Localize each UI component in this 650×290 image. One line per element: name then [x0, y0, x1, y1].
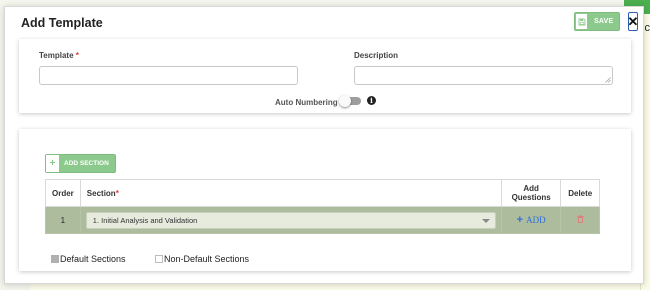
- legend-swatch-default: [51, 255, 59, 263]
- section-select[interactable]: 1. Initial Analysis and Validation: [85, 211, 496, 229]
- column-section-text: Section: [86, 188, 116, 198]
- sections-table: Order Section* Add Questions Delete 1 1.…: [45, 179, 600, 234]
- save-button[interactable]: SAVE: [574, 12, 620, 31]
- description-textarea[interactable]: [354, 66, 613, 85]
- column-section: Section*: [79, 179, 502, 207]
- close-button[interactable]: ✕: [628, 12, 638, 31]
- add-questions-label: ADD: [526, 215, 546, 225]
- plus-icon: +: [516, 214, 524, 226]
- sections-card: + ADD SECTION Order Section* Add Questio…: [19, 129, 631, 271]
- resize-handle-icon[interactable]: [605, 77, 611, 83]
- column-delete: Delete: [560, 179, 600, 207]
- toggle-knob: [339, 95, 351, 107]
- table-row: 1 1. Initial Analysis and Validation + A…: [45, 206, 600, 234]
- template-info-card: Template * Description Auto Numbering : …: [19, 39, 631, 113]
- column-order: Order: [45, 179, 81, 207]
- section-select-value: 1. Initial Analysis and Validation: [92, 215, 198, 225]
- template-label: Template *: [39, 51, 79, 60]
- save-button-label: SAVE: [594, 18, 614, 25]
- row-add-questions-cell: + ADD: [500, 206, 562, 234]
- legend-non-default-label: Non-Default Sections: [164, 254, 250, 264]
- required-mark: *: [115, 188, 119, 198]
- info-icon[interactable]: i: [367, 96, 376, 105]
- trash-icon[interactable]: [577, 215, 584, 223]
- add-questions-link[interactable]: + ADD: [517, 214, 546, 226]
- description-label: Description: [354, 51, 399, 60]
- row-delete-cell: [560, 206, 600, 234]
- legend-default-sections: Default Sections: [51, 254, 126, 264]
- legend-non-default-sections: Non-Default Sections: [155, 254, 249, 264]
- column-add-questions: Add Questions: [500, 179, 562, 207]
- modal-title: Add Template: [21, 16, 103, 30]
- auto-numbering-toggle[interactable]: [339, 95, 361, 107]
- row-order: 1: [45, 206, 81, 234]
- row-section-cell: 1. Initial Analysis and Validation: [79, 206, 502, 234]
- required-mark: *: [75, 51, 79, 60]
- template-label-text: Template: [39, 51, 74, 60]
- add-template-modal: Add Template SAVE ✕ Template * Descripti…: [4, 6, 644, 284]
- close-icon: ✕: [627, 14, 639, 29]
- add-section-button[interactable]: + ADD SECTION: [45, 154, 116, 173]
- plus-icon: +: [46, 155, 59, 172]
- template-input[interactable]: [39, 66, 298, 85]
- auto-numbering-label: Auto Numbering :: [275, 98, 343, 107]
- save-icon: [575, 13, 588, 30]
- legend-default-label: Default Sections: [60, 254, 126, 264]
- add-section-label: ADD SECTION: [64, 160, 109, 167]
- table-header-row: Order Section* Add Questions Delete: [45, 179, 600, 207]
- legend-swatch-non-default: [155, 255, 163, 263]
- chevron-down-icon: [481, 218, 490, 223]
